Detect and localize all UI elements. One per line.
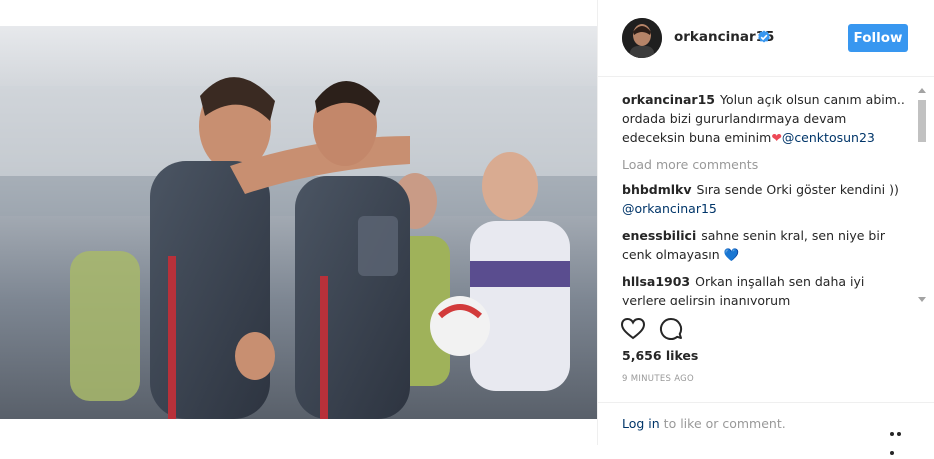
comment-username[interactable]: enessbilici [622,228,696,243]
comment-button[interactable] [658,316,684,342]
more-options-icon [890,432,894,436]
list-item: hllsa1903 Orkan inşallah sen daha iyi yer… [622,272,908,305]
post-photo[interactable] [0,26,597,419]
caption-comment: orkancinar15 Yolun açık olsun canım abim.… [622,90,908,147]
scroll-down-arrow-icon[interactable] [918,297,926,302]
post-header: orkancinar15 Follow [598,0,934,77]
likes-count[interactable]: 5,656 likes [622,348,698,363]
football-players-photo [0,26,597,419]
comment-mention[interactable]: @orkancinar15 [622,201,717,216]
login-prompt-text: to like or comment. [659,416,786,431]
red-heart-icon: ❤ [771,130,782,145]
comments-list: orkancinar15 Yolun açık olsun canım abim.… [622,90,908,305]
list-item: bhbdmlkv Sıra sende Orki göster kendini )… [622,180,908,218]
more-options-dot [897,432,901,436]
scrollbar-thumb[interactable] [918,100,926,142]
comment-mention[interactable]: @cenktosun23 [782,130,875,145]
comment-username[interactable]: bhbdmlkv [622,182,692,197]
load-more-comments-button[interactable]: Load more comments [622,155,908,174]
verified-badge-icon [758,30,770,43]
avatar[interactable] [622,18,662,58]
login-prompt: Log in to like or comment. [622,416,786,431]
scroll-up-arrow-icon[interactable] [918,88,926,93]
post-footer: Log in to like or comment. [598,402,934,455]
more-options-dot [890,451,894,455]
more-options-button[interactable] [890,421,910,455]
follow-button[interactable]: Follow [848,24,908,52]
comment-text: Sıra sende Orki göster kendini )) [696,182,899,197]
comment-username[interactable]: orkancinar15 [622,92,715,107]
blue-heart-icon: 💙 [723,247,740,262]
post-side-panel: orkancinar15 Follow orkancinar15 Yolun aç… [597,0,934,455]
login-link[interactable]: Log in [622,416,660,431]
avatar-image-icon [622,18,662,58]
comment-username[interactable]: hllsa1903 [622,274,690,289]
list-item: enessbilici sahne senin kral, sen niye bi… [622,226,908,264]
comments-scrollbar[interactable] [916,88,928,302]
like-button[interactable] [620,316,646,342]
comment-icon [659,317,683,340]
heart-icon [620,317,646,340]
post-timestamp[interactable]: 9 MINUTES AGO [622,374,694,384]
